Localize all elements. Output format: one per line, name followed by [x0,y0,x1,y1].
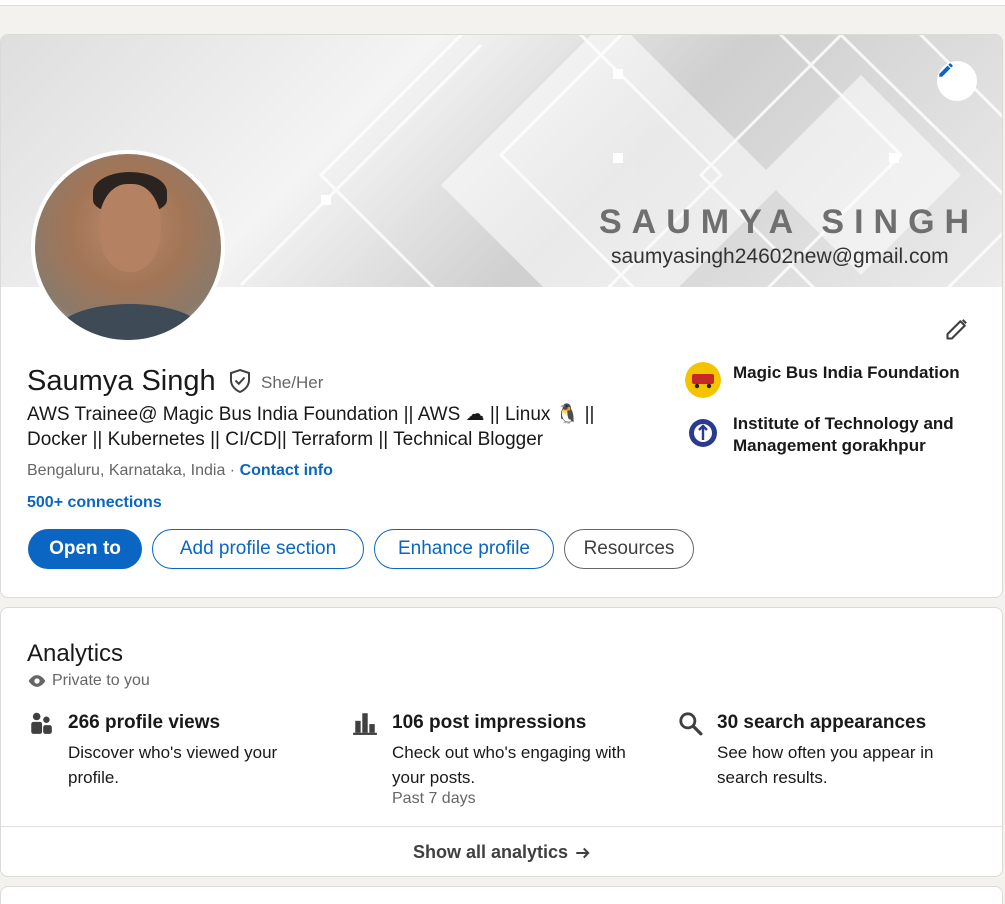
verified-shield-icon[interactable] [228,368,252,394]
profile-card: SAUMYA SINGH saumyasingh24602new@gmail.c… [0,34,1003,598]
people-icon [31,712,52,734]
pronouns: She/Her [261,373,324,392]
contact-info-link[interactable]: Contact info [240,462,333,479]
org-itm-gorakhpur[interactable]: Institute of Technology and Management g… [685,413,973,457]
banner-email-text: saumyasingh24602new@gmail.com [611,245,949,268]
metric-title: 106 post impressions [392,712,587,733]
resources-button[interactable]: Resources [564,529,694,569]
analytics-card: Analytics Private to you 266 profile vie… [0,607,1003,877]
metric-title: 30 search appearances [717,712,927,733]
bar-chart-icon [353,713,377,735]
profile-photo[interactable] [31,150,225,344]
privacy-note: Private to you [27,672,150,690]
org-magic-bus[interactable]: Magic Bus India Foundation [685,362,973,398]
org-name: Institute of Technology and Management g… [733,414,954,455]
metric-title: 266 profile views [68,712,221,733]
pencil-icon [946,319,967,340]
privacy-text: Private to you [52,672,150,689]
edit-banner-button[interactable] [937,61,977,101]
headline-line-2: Docker || Kubernetes || CI/CD|| Terrafor… [27,429,544,450]
show-all-analytics-button[interactable]: Show all analytics [1,827,1002,876]
profile-location: Bengaluru, Karnataka, India · Contact in… [27,462,333,480]
arrow-right-icon [576,847,590,858]
next-section-card [0,886,1003,904]
add-profile-section-button[interactable]: Add profile section [152,529,364,569]
open-to-button[interactable]: Open to [28,529,142,569]
metric-description: Discover who's viewed your profile. [68,743,278,787]
show-all-analytics-label: Show all analytics [412,842,569,862]
connections-link[interactable]: 500+ connections [27,494,162,512]
itm-logo [689,419,717,447]
pencil-icon [939,63,953,77]
magic-bus-logo [685,362,721,398]
top-strip [0,0,1005,6]
org-name: Magic Bus India Foundation [733,363,960,382]
search-icon [679,712,703,736]
banner-name-text: SAUMYA SINGH [599,203,980,241]
edit-intro-button[interactable] [941,311,975,345]
metric-description: See how often you appear in search resul… [717,743,934,787]
headline-line-1: AWS Trainee@ Magic Bus India Foundation … [27,404,595,425]
profile-name: Saumya Singh [27,365,216,397]
enhance-profile-button[interactable]: Enhance profile [374,529,554,569]
metric-timeframe: Past 7 days [392,790,476,807]
location-text: Bengaluru, Karnataka, India · [27,462,240,479]
analytics-title: Analytics [27,640,124,667]
profile-headline: AWS Trainee@ Magic Bus India Foundation … [27,402,627,452]
metric-description: Check out who's engaging with your posts… [392,743,626,787]
eye-icon [28,675,46,687]
